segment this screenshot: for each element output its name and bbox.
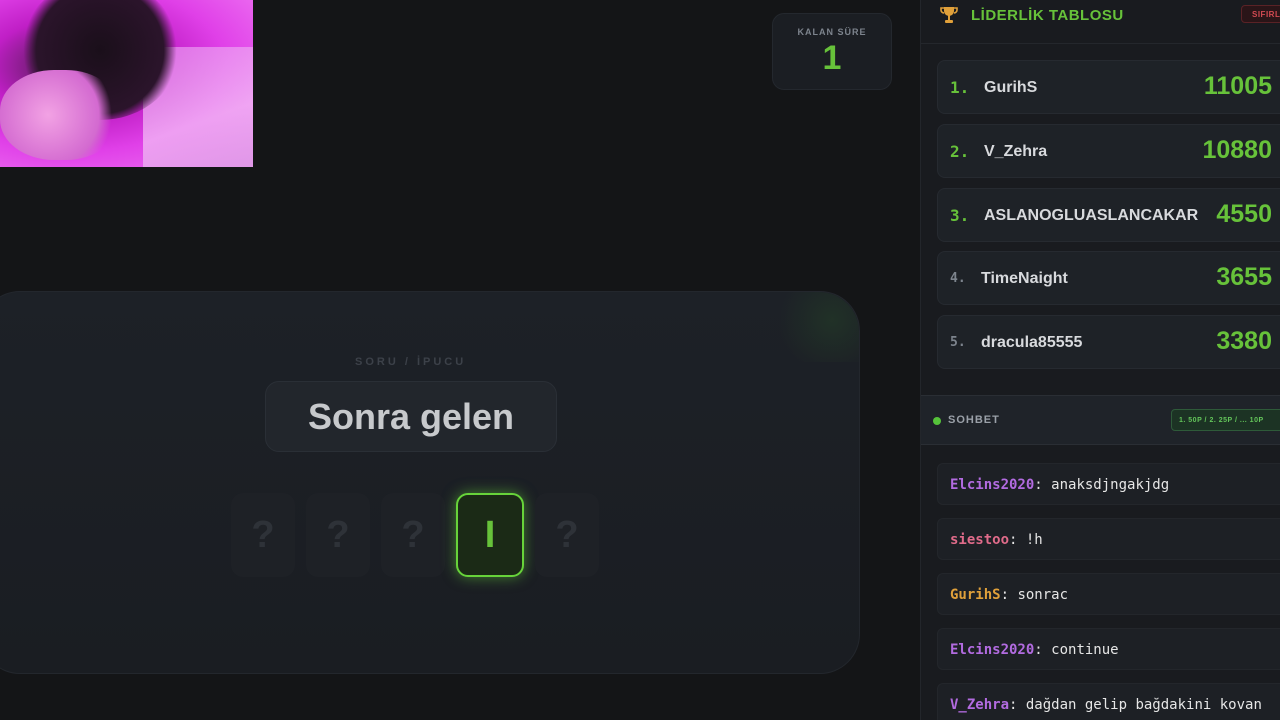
- leaderboard-name: TimeNaight: [981, 270, 1068, 287]
- leaderboard-rank: 1.: [950, 78, 970, 97]
- leaderboard-rank: 2.: [950, 142, 970, 161]
- game-card: SORU / İPUCU Sonra gelen ? ? ? I ?: [0, 291, 860, 674]
- trophy-icon: [940, 7, 958, 23]
- leaderboard-score: 3655: [1216, 263, 1272, 291]
- leaderboard-name: ASLANOGLUASLANCAKAR: [984, 207, 1199, 224]
- chat-text: dağdan gelip bağdakini kovan: [1025, 697, 1262, 713]
- leaderboard-title: LİDERLİK TABLOSU: [971, 7, 1124, 24]
- chat-message: V_Zehra: dağdan gelip bağdakini kovan: [937, 683, 1280, 720]
- leaderboard-header: LİDERLİK TABLOSU SIFIRLA: [921, 0, 1280, 44]
- chat-text: anaksdjngakjdg: [1051, 477, 1170, 493]
- chat-username: V_Zehra: [950, 697, 1010, 713]
- letter-tiles: ? ? ? I ?: [231, 493, 599, 577]
- leaderboard-score: 10880: [1202, 136, 1272, 164]
- letter-tile: ?: [231, 493, 295, 577]
- leaderboard-rank: 4.: [950, 271, 966, 286]
- chat-message: Elcins2020: continue: [937, 628, 1280, 670]
- chat-message: siestoo: !h: [937, 518, 1280, 560]
- letter-tile-revealed: I: [456, 493, 524, 577]
- points-info-badge: 1. 50P / 2. 25P / ... 10P: [1171, 409, 1280, 431]
- hint-label: SORU / İPUCU: [355, 356, 467, 368]
- letter-tile: ?: [535, 493, 599, 577]
- live-dot-icon: [933, 417, 941, 425]
- chat-text: !h: [1025, 532, 1043, 548]
- side-panel: LİDERLİK TABLOSU SIFIRLA 1. GurihS 11005…: [920, 0, 1280, 720]
- leaderboard-score: 11005: [1203, 72, 1272, 100]
- chat-title: SOHBET: [948, 414, 1000, 426]
- leaderboard-score: 4550: [1216, 200, 1272, 228]
- reset-button[interactable]: SIFIRLA: [1241, 5, 1280, 23]
- chat-username: Elcins2020: [950, 642, 1035, 658]
- leaderboard-row: 3. ASLANOGLUASLANCAKAR 4550: [937, 188, 1280, 242]
- leaderboard-name: V_Zehra: [984, 143, 1048, 160]
- leaderboard-row: 5. dracula85555 3380: [937, 315, 1280, 369]
- leaderboard-name: GurihS: [984, 79, 1038, 96]
- leaderboard-rank: 3.: [950, 206, 970, 225]
- leaderboard-name: dracula85555: [981, 334, 1083, 351]
- chat-text: continue: [1051, 642, 1119, 658]
- chat-username: siestoo: [950, 532, 1010, 548]
- timer-label: KALAN SÜRE: [797, 27, 867, 37]
- chat-message: Elcins2020: anaksdjngakjdg: [937, 463, 1280, 505]
- chat-header: SOHBET 1. 50P / 2. 25P / ... 10P: [921, 395, 1280, 445]
- chat-message: GurihS: sonrac: [937, 573, 1280, 615]
- leaderboard-row: 1. GurihS 11005: [937, 60, 1280, 114]
- hint-box: Sonra gelen: [265, 381, 557, 452]
- leaderboard-row: 4. TimeNaight 3655: [937, 251, 1280, 305]
- webcam-overlay: [0, 0, 253, 167]
- timer-card: KALAN SÜRE 1: [772, 13, 892, 90]
- leaderboard-row: 2. V_Zehra 10880: [937, 124, 1280, 178]
- hint-text: Sonra gelen: [307, 395, 515, 437]
- letter-tile: ?: [306, 493, 370, 577]
- chat-username: Elcins2020: [950, 477, 1035, 493]
- leaderboard-rank: 5.: [950, 335, 966, 350]
- letter-tile: ?: [381, 493, 445, 577]
- chat-username: GurihS: [950, 587, 1001, 603]
- leaderboard-score: 3380: [1216, 327, 1272, 355]
- chat-text: sonrac: [1017, 587, 1069, 603]
- timer-value: 1: [822, 39, 842, 77]
